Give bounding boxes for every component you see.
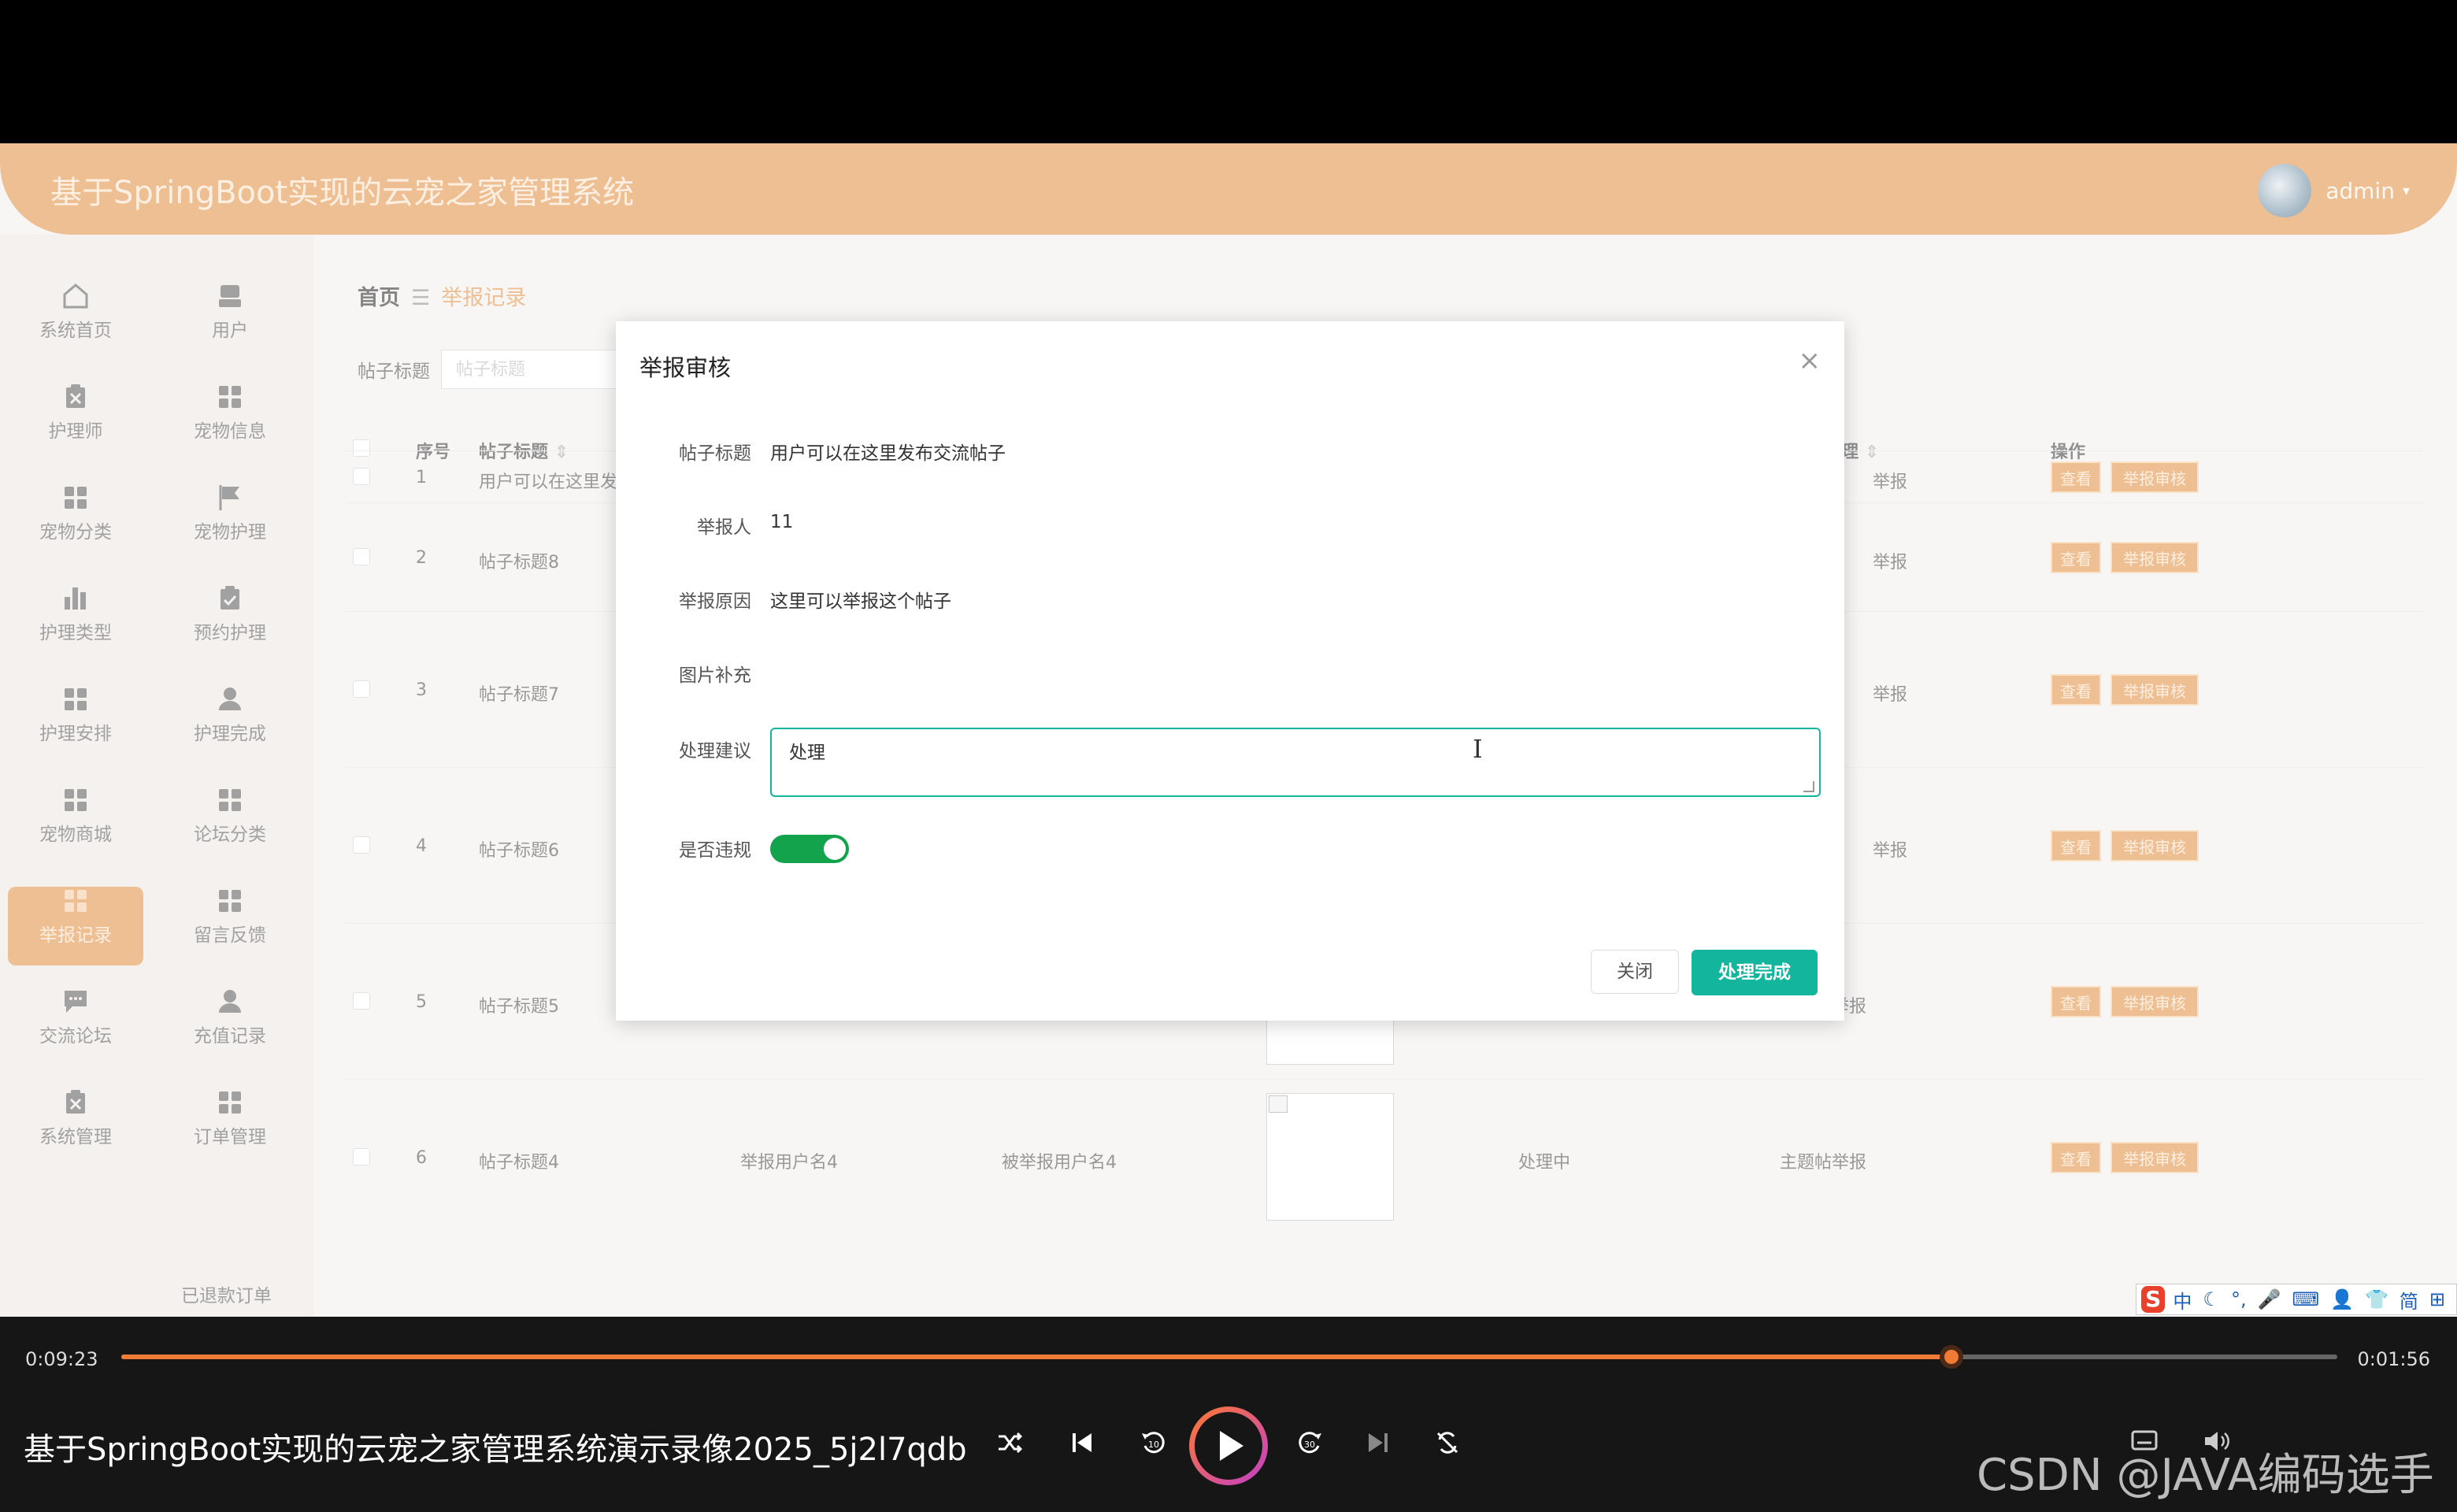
ime-item[interactable]: 简 <box>2400 1286 2418 1314</box>
advice-textarea[interactable]: 处理 <box>770 728 1821 797</box>
ime-item[interactable]: °, <box>2231 1288 2247 1310</box>
play-button[interactable] <box>1189 1406 1268 1485</box>
screen: 基于SpringBoot实现的云宠之家管理系统 admin ▾ 已退款订单 系统… <box>0 0 2457 1512</box>
report-review-dialog: 举报审核 × 帖子标题 用户可以在这里发布交流帖子 举报人 11 举报原因 这里… <box>616 321 1844 1021</box>
play-icon <box>1220 1431 1243 1461</box>
next-icon[interactable] <box>1364 1429 1392 1457</box>
toggle-knob <box>824 838 846 860</box>
reason-value: 这里可以举报这个帖子 <box>770 591 951 612</box>
ime-item[interactable]: ☾ <box>2203 1288 2220 1310</box>
reason-label: 举报原因 <box>679 591 751 612</box>
remaining-time: 0:01:56 <box>2357 1348 2430 1370</box>
svg-text:30: 30 <box>1304 1440 1315 1450</box>
reporter-label: 举报人 <box>697 517 751 538</box>
progress-fill <box>121 1354 1952 1359</box>
post-title-value: 用户可以在这里发布交流帖子 <box>770 443 1006 464</box>
ime-item[interactable]: 中 <box>2173 1286 2192 1314</box>
video-player-bar: 0:09:23 0:01:56 基于SpringBoot实现的云宠之家管理系统演… <box>0 1317 2457 1512</box>
progress-handle[interactable] <box>1940 1345 1964 1369</box>
previous-icon[interactable] <box>1068 1429 1096 1457</box>
svg-text:10: 10 <box>1148 1440 1159 1450</box>
violation-label: 是否违规 <box>679 840 751 861</box>
complete-button[interactable]: 处理完成 <box>1692 950 1818 995</box>
violation-toggle[interactable] <box>770 835 849 863</box>
text-cursor-icon: I <box>1473 734 1483 764</box>
ime-toolbar: S 中 ☾ °, 🎤 ⌨ 👤 👕 简 ⊞ <box>2136 1284 2457 1315</box>
advice-text: 处理 <box>789 743 825 763</box>
forward-30-icon[interactable]: 30 <box>1296 1429 1325 1457</box>
video-title: 基于SpringBoot实现的云宠之家管理系统演示录像2025_5j2l7qdb <box>24 1432 967 1468</box>
reporter-value: 11 <box>770 512 794 532</box>
ime-item[interactable]: ⌨ <box>2292 1288 2319 1310</box>
repeat-off-icon[interactable] <box>1433 1429 1462 1457</box>
resize-handle[interactable] <box>1803 781 1814 792</box>
close-button[interactable]: 关闭 <box>1591 950 1679 994</box>
rewind-10-icon[interactable]: 10 <box>1139 1429 1167 1457</box>
dialog-title: 举报审核 <box>639 354 732 381</box>
play-button-inner <box>1195 1412 1262 1480</box>
ime-item[interactable]: 👤 <box>2330 1288 2354 1310</box>
progress-track[interactable] <box>121 1345 2337 1369</box>
advice-label: 处理建议 <box>679 741 751 762</box>
close-icon[interactable]: × <box>1799 345 1821 376</box>
ime-item[interactable]: ⊞ <box>2429 1288 2445 1310</box>
ime-item[interactable]: 👕 <box>2365 1288 2388 1310</box>
sogou-logo-icon[interactable]: S <box>2141 1286 2166 1313</box>
current-time: 0:09:23 <box>25 1348 98 1370</box>
post-title-label: 帖子标题 <box>679 443 751 464</box>
image-label: 图片补充 <box>679 665 751 686</box>
csdn-watermark: CSDN @JAVA编码选手 <box>1977 1450 2434 1501</box>
ime-items: 中 ☾ °, 🎤 ⌨ 👤 👕 简 ⊞ <box>2173 1286 2456 1314</box>
ime-item[interactable]: 🎤 <box>2258 1288 2281 1310</box>
app-window: 基于SpringBoot实现的云宠之家管理系统 admin ▾ 已退款订单 系统… <box>0 143 2457 1317</box>
shuffle-icon[interactable] <box>995 1429 1024 1457</box>
